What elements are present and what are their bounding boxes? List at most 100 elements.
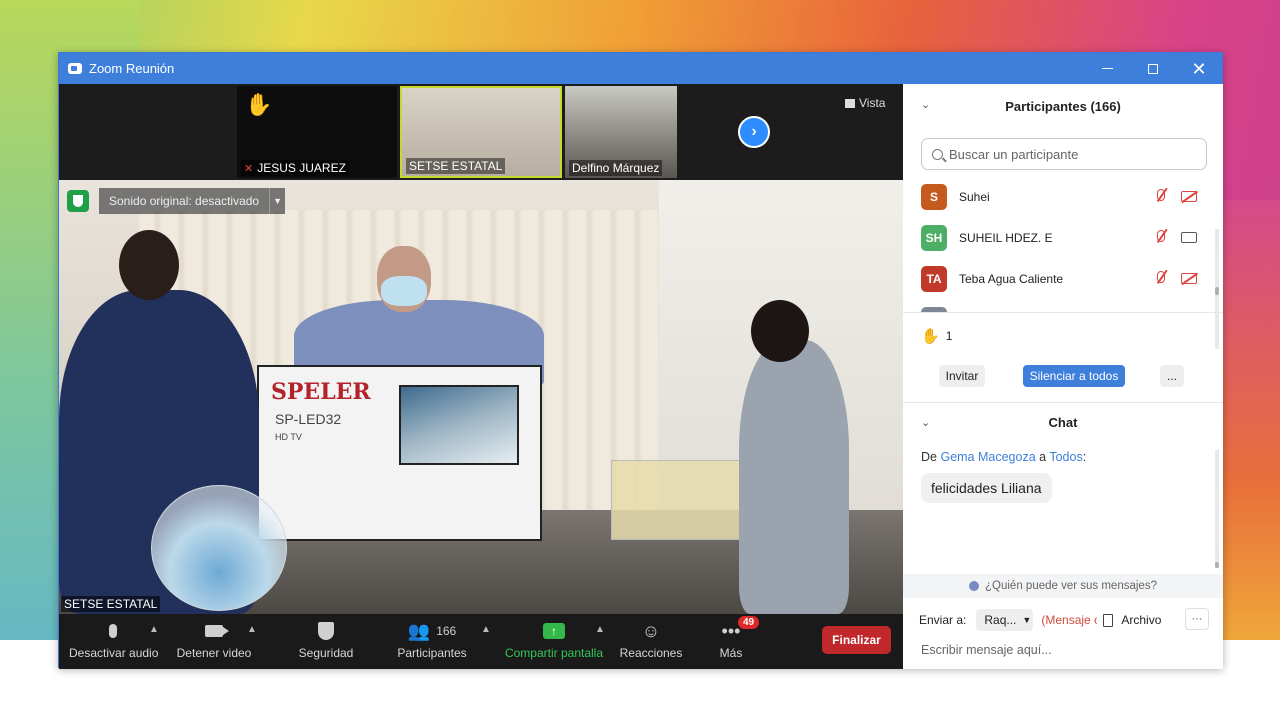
send-to-select[interactable]: Raq... ▼	[976, 609, 1034, 631]
meeting-toolbar: Desactivar audio ▲ Detener video ▲ Segur…	[59, 614, 903, 669]
send-to-label: Enviar a:	[919, 613, 967, 627]
view-label: Vista	[859, 96, 886, 110]
participant-row[interactable]: TA Teba Agua Caliente	[903, 258, 1215, 299]
main-video: SPELER SP-LED32 HD TV Sonido original: de…	[59, 180, 903, 614]
video-raffle-tray	[611, 460, 756, 540]
chat-message-input[interactable]	[921, 639, 1211, 661]
gallery-next-button[interactable]: ›	[738, 116, 770, 148]
minimize-icon	[1101, 68, 1113, 69]
mic-muted-icon[interactable]	[1157, 271, 1165, 286]
security-button[interactable]: Seguridad	[295, 620, 357, 660]
invite-button[interactable]: Invitar	[939, 365, 985, 387]
share-screen-button[interactable]: ↑ Compartir pantalla	[502, 620, 606, 660]
participant-name: Suhei	[959, 189, 990, 204]
tv-box-screen-image	[399, 385, 519, 465]
participant-list: S Suhei SH SUHEIL HDEZ. E TA Teba Agua C…	[903, 176, 1215, 312]
participant-name: Teba Agua Caliente	[959, 271, 1064, 286]
raised-hand-icon: ✋	[921, 328, 940, 345]
mic-muted-icon[interactable]	[1157, 230, 1165, 245]
chat-title: Chat	[1048, 414, 1078, 430]
chat-recipient-name[interactable]: Todos	[1049, 450, 1082, 464]
maximize-icon	[1148, 63, 1158, 74]
participants-panel-title: Participantes (166)	[1005, 98, 1121, 114]
participant-row[interactable]: SH SUHEIL HDEZ. E	[903, 217, 1215, 258]
tv-box-model-sub: HD TV	[275, 432, 302, 442]
thumbnail-name-text: JESUS JUAREZ	[257, 161, 346, 175]
chat-more-button[interactable]: ···	[1185, 608, 1209, 630]
reactions-label: Reacciones	[619, 646, 683, 660]
participant-search-input[interactable]	[949, 146, 1189, 162]
video-person-right-body	[739, 340, 849, 614]
participants-count: 166	[436, 624, 457, 638]
avatar: S	[921, 183, 947, 210]
video-tv-box: SPELER SP-LED32 HD TV	[257, 365, 542, 541]
participants-more-button[interactable]: ...	[1160, 365, 1184, 387]
original-sound-button[interactable]: Sonido original: desactivado	[99, 188, 270, 214]
more-button[interactable]: ••• Más 49	[714, 616, 760, 660]
window-title: Zoom Reunión	[89, 61, 175, 76]
window-controls: ✕	[1084, 53, 1222, 84]
title-bar: Zoom Reunión ✕	[59, 53, 1222, 84]
speaker-name: SETSE ESTATAL	[61, 596, 161, 612]
grid-view-icon	[845, 99, 855, 108]
audio-options-chevron-icon[interactable]: ▲	[149, 624, 159, 635]
mic-muted-icon[interactable]	[1157, 189, 1165, 204]
thumbnail-delfino-marquez[interactable]: Delfino Márquez	[565, 86, 677, 178]
participants-button[interactable]: 👥 166 Participantes	[395, 620, 469, 661]
video-area: ✋ ✕ JESUS JUAREZ SETSE ESTATAL Delfino Má…	[59, 84, 903, 669]
raised-hand-icon: ✋	[245, 92, 273, 117]
avatar: TA	[921, 265, 947, 292]
zoom-app-icon	[68, 63, 82, 74]
end-meeting-button[interactable]: Finalizar	[822, 626, 891, 654]
microphone-icon	[109, 624, 117, 638]
chat-message-sender: De Gema Macegoza a Todos:	[921, 450, 1087, 464]
file-button[interactable]: Archivo	[1121, 613, 1161, 627]
more-label: Más	[719, 646, 743, 660]
share-options-chevron-icon[interactable]: ▲	[595, 624, 605, 635]
chat-scrollbar[interactable]	[1215, 450, 1219, 568]
who-can-see-messages[interactable]: ¿Quién puede ver sus mensajes?	[903, 574, 1223, 598]
thumbnail-setse-estatal[interactable]: SETSE ESTATAL	[400, 86, 562, 178]
video-options-chevron-icon[interactable]: ▲	[247, 624, 257, 635]
notification-badge: 49	[738, 616, 760, 629]
stop-video-button[interactable]: Detener video	[172, 620, 256, 660]
share-screen-icon: ↑	[543, 623, 565, 639]
sound-badge: Sonido original: desactivado ▼	[67, 188, 286, 214]
video-on-icon[interactable]	[1181, 232, 1197, 243]
participant-row[interactable]: S Suhei	[903, 176, 1215, 217]
view-button[interactable]: Vista	[845, 96, 885, 110]
chevron-down-icon[interactable]: ▼	[269, 188, 286, 214]
participant-list-scrollbar[interactable]	[1215, 229, 1219, 349]
encryption-shield-icon[interactable]	[67, 190, 89, 212]
camera-icon	[205, 625, 229, 637]
participants-options-chevron-icon[interactable]: ▲	[481, 624, 491, 635]
video-off-icon[interactable]	[1181, 273, 1197, 284]
mute-audio-button[interactable]: Desactivar audio	[69, 620, 158, 660]
chat-sender-name[interactable]: Gema Macegoza	[940, 450, 1035, 464]
minimize-button[interactable]	[1084, 53, 1130, 84]
thumbnail-name: SETSE ESTATAL	[406, 158, 506, 174]
tv-box-brand: SPELER	[271, 379, 371, 405]
participant-search-box[interactable]	[921, 138, 1207, 170]
gallery-strip: ✋ ✕ JESUS JUAREZ SETSE ESTATAL Delfino Má…	[59, 84, 903, 180]
maximize-button[interactable]	[1130, 53, 1176, 84]
chevron-right-icon: ›	[751, 123, 757, 140]
search-icon	[932, 148, 943, 160]
send-to-value: Raq...	[984, 613, 1017, 627]
video-person-center-mask	[381, 276, 427, 306]
participant-row-partial[interactable]	[903, 299, 1215, 312]
security-label: Seguridad	[298, 646, 354, 660]
avatar: SH	[921, 224, 947, 251]
file-icon[interactable]	[1103, 613, 1114, 627]
raised-hands-number: 1	[945, 329, 953, 343]
video-off-icon[interactable]	[1181, 191, 1197, 202]
close-button[interactable]: ✕	[1176, 53, 1222, 84]
reactions-button[interactable]: ☺ Reacciones	[619, 620, 683, 661]
share-screen-label: Compartir pantalla	[504, 646, 604, 660]
tv-box-model: SP-LED32 HD TV	[275, 411, 341, 443]
mute-all-button[interactable]: Silenciar a todos	[1023, 365, 1125, 387]
side-panel: ⌄ Participantes (166) S Suhei SH SUHEIL …	[903, 84, 1223, 669]
participant-name: SUHEIL HDEZ. E	[959, 230, 1053, 245]
thumbnail-jesus-juarez[interactable]: ✋ ✕ JESUS JUAREZ	[237, 86, 397, 178]
video-glass-bowl	[151, 485, 287, 611]
